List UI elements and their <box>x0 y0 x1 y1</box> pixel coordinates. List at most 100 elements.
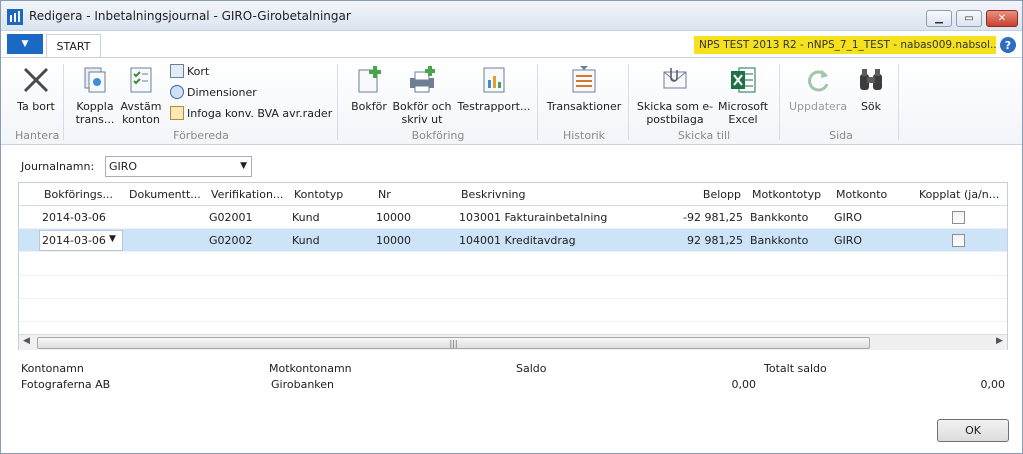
transactions-ledger-icon <box>572 66 596 93</box>
skicka-epost-button[interactable]: Skicka som e-postbilaga <box>635 64 715 126</box>
col-header-motkontotyp[interactable]: Motkontotyp <box>752 188 821 201</box>
cell-date[interactable]: 2014-03-06 <box>42 211 106 224</box>
post-document-icon <box>358 66 381 93</box>
journal-lines-grid: Bokförings... Dokumentt... Verifikation.… <box>18 182 1008 350</box>
group-label-skicka-till: Skicka till <box>677 129 731 142</box>
col-header-nr[interactable]: Nr <box>378 188 391 201</box>
cell-beskrivning[interactable]: 103001 Fakturainbetalning <box>459 211 607 224</box>
bokfor-label: Bokför <box>351 100 387 113</box>
dimensioner-button[interactable]: Dimensioner <box>170 85 257 99</box>
kort-button[interactable]: Kort <box>170 64 209 78</box>
saldo-value: 0,00 <box>731 378 757 391</box>
refresh-icon <box>808 70 829 92</box>
horizontal-scrollbar[interactable]: ◀ ||| ▶ <box>19 334 1007 350</box>
kontonamn-value: Fotograferna AB <box>21 378 111 391</box>
avstam-konton-button[interactable]: Avstäm konton <box>118 64 164 126</box>
grid-header: Bokförings... Dokumentt... Verifikation.… <box>19 183 1007 206</box>
cell-kontotyp[interactable]: Kund <box>292 211 320 224</box>
totalt-saldo-value: 0,00 <box>980 378 1006 391</box>
group-separator <box>337 64 338 140</box>
dimensions-icon <box>170 85 184 99</box>
cell-motkonto[interactable]: GIRO <box>834 234 862 247</box>
saldo-label: Saldo <box>516 362 547 375</box>
koppla-trans-button[interactable]: Koppla trans... <box>71 64 119 126</box>
col-header-motkonto[interactable]: Motkonto <box>836 188 887 201</box>
col-header-kontotyp[interactable]: Kontotyp <box>294 188 343 201</box>
sok-button[interactable]: Sök <box>853 64 889 113</box>
kopplat-checkbox[interactable] <box>952 211 965 224</box>
cell-motkontotyp[interactable]: Bankkonto <box>750 234 808 247</box>
group-label-sida: Sida <box>829 129 853 142</box>
uppdatera-label: Uppdatera <box>788 100 848 113</box>
journal-name-label: Journalnamn: <box>21 160 95 173</box>
ribbon-tab-row: ▼ START NPS TEST 2013 R2 - nNPS_7_1_TEST… <box>1 32 1022 57</box>
scrollbar-thumb[interactable]: ||| <box>37 337 870 349</box>
bokfor-button[interactable]: Bokför <box>346 64 392 113</box>
motkontonamn-value: Girobanken <box>271 378 335 391</box>
col-header-verifikation[interactable]: Verifikation... <box>211 188 283 201</box>
col-header-bokforingsdatum[interactable]: Bokförings... <box>44 188 113 201</box>
tab-start[interactable]: START <box>46 34 101 57</box>
excel-button[interactable]: Microsoft Excel <box>713 64 773 126</box>
col-header-kopplat[interactable]: Kopplat (ja/n... <box>919 188 1001 201</box>
journal-name-select[interactable]: GIRO ▼ <box>105 156 252 177</box>
help-icon[interactable]: ? <box>1000 37 1016 53</box>
cell-motkontotyp[interactable]: Bankkonto <box>750 211 808 224</box>
testrapport-label: Testrapport... <box>457 100 531 113</box>
table-row[interactable]: 2014-03-06 G02001 Kund 10000 103001 Fakt… <box>19 206 1007 229</box>
test-report-icon <box>483 67 505 93</box>
dynamics-nav-logo-icon <box>7 9 23 25</box>
col-header-belopp[interactable]: Belopp <box>659 188 741 201</box>
cell-belopp[interactable]: -92 981,25 <box>659 211 743 224</box>
uppdatera-button[interactable]: Uppdatera <box>787 64 849 113</box>
koppla-trans-label: Koppla trans... <box>75 100 115 126</box>
journal-name-value: GIRO <box>109 160 138 173</box>
link-documents-icon <box>84 67 106 93</box>
cell-verifikation[interactable]: G02001 <box>209 211 253 224</box>
binoculars-icon <box>860 69 882 90</box>
infoga-button[interactable]: Infoga konv. BVA avr.rader <box>170 106 332 120</box>
delete-button[interactable]: Ta bort <box>13 64 59 113</box>
motkontonamn-label: Motkontonamn <box>269 362 352 375</box>
bokfor-skriv-ut-button[interactable]: Bokför och skriv ut <box>391 64 453 126</box>
kopplat-checkbox[interactable] <box>952 234 965 247</box>
close-button[interactable]: ✕ <box>986 10 1018 27</box>
cell-beskrivning[interactable]: 104001 Kreditavdrag <box>459 234 576 247</box>
cell-kontotyp[interactable]: Kund <box>292 234 320 247</box>
cell-date[interactable]: 2014-03-06 <box>42 234 106 247</box>
col-header-dokumenttyp[interactable]: Dokumentt... <box>129 188 201 201</box>
environment-label: NPS TEST 2013 R2 - nNPS_7_1_TEST - nabas… <box>694 36 996 54</box>
group-separator <box>628 64 629 140</box>
totalt-saldo-label: Totalt saldo <box>764 362 827 375</box>
scroll-right-icon[interactable]: ▶ <box>996 336 1003 346</box>
dropdown-arrow-icon: ▼ <box>240 161 247 171</box>
title-bar: Redigera - Inbetalningsjournal - GIRO-Gi… <box>1 1 1022 31</box>
cell-verifikation[interactable]: G02002 <box>209 234 253 247</box>
minimize-button[interactable]: ▁ <box>926 10 952 27</box>
ribbon: Ta bort Hantera Koppla trans... Avstäm k… <box>1 57 1022 145</box>
sok-label: Sök <box>860 100 882 113</box>
cell-motkonto[interactable]: GIRO <box>834 211 862 224</box>
card-icon <box>170 64 184 78</box>
scrollbar-grip: ||| <box>449 338 458 348</box>
table-row[interactable]: 2014-03-06 ▼ G02002 Kund 10000 104001 Kr… <box>19 229 1007 252</box>
maximize-button[interactable]: ▭ <box>956 10 982 27</box>
group-separator <box>898 64 899 140</box>
delete-button-label: Ta bort <box>17 100 55 113</box>
cell-nr[interactable]: 10000 <box>376 234 411 247</box>
transaktioner-button[interactable]: Transaktioner <box>545 64 623 113</box>
group-separator <box>63 64 64 140</box>
insert-lines-icon <box>170 106 184 120</box>
date-dropdown-icon[interactable]: ▼ <box>109 234 116 244</box>
cell-belopp[interactable]: 92 981,25 <box>659 234 743 247</box>
reconcile-checklist-icon <box>130 67 152 93</box>
window-title: Redigera - Inbetalningsjournal - GIRO-Gi… <box>29 9 351 23</box>
skicka-epost-label: Skicka som e-postbilaga <box>636 100 714 126</box>
cell-nr[interactable]: 10000 <box>376 211 411 224</box>
app-menu-button[interactable]: ▼ <box>7 34 43 54</box>
ok-button[interactable]: OK <box>937 419 1009 442</box>
col-header-beskrivning[interactable]: Beskrivning <box>461 188 526 201</box>
testrapport-button[interactable]: Testrapport... <box>457 64 531 113</box>
scroll-left-icon[interactable]: ◀ <box>23 336 30 346</box>
dialog-window: Redigera - Inbetalningsjournal - GIRO-Gi… <box>0 0 1023 454</box>
